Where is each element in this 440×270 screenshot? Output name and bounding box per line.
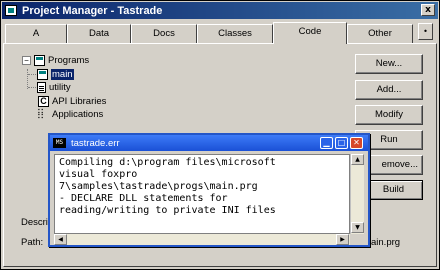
tree-connector <box>28 74 36 75</box>
document-icon <box>37 82 46 93</box>
tree-item-main[interactable]: main <box>37 68 74 81</box>
scroll-down-icon[interactable]: ▼ <box>351 222 364 233</box>
tree-item-label: Programs <box>48 55 90 66</box>
log-line: 7\samples\tastrade\progs\main.prg <box>59 181 258 192</box>
tree-item-label: Applications <box>52 109 104 120</box>
tab-classes[interactable]: Classes <box>197 24 273 43</box>
title-bar[interactable]: Project Manager - Tastrade x <box>2 2 438 19</box>
tab-all[interactable]: A <box>5 24 67 43</box>
close-icon[interactable]: ✕ <box>350 137 363 149</box>
log-line: reading/writing to private INI files <box>59 205 276 216</box>
project-icon <box>5 5 17 16</box>
tab-code[interactable]: Code <box>273 22 347 44</box>
modify-button[interactable]: Modify <box>355 105 423 125</box>
tree-item-api-libraries[interactable]: C API Libraries <box>38 95 106 108</box>
tree-item-label: API Libraries <box>52 96 107 107</box>
text-file-icon: MS <box>53 138 66 148</box>
tree-connector <box>27 69 28 89</box>
tab-scroll-button[interactable]: • <box>418 23 433 40</box>
tree-item-programs[interactable]: − Programs <box>22 54 89 67</box>
tab-other[interactable]: Other <box>347 24 413 43</box>
application-icon: ∷ ∷ <box>38 107 44 121</box>
tree-item-label: main <box>51 69 74 80</box>
tree-connector <box>28 87 36 88</box>
tab-data[interactable]: Data <box>67 24 131 43</box>
horizontal-scrollbar[interactable]: ◀ ▶ <box>54 234 350 245</box>
popup-title: tastrade.err <box>71 137 120 149</box>
popup-title-bar[interactable]: MS tastrade.err ▁ □ ✕ <box>50 135 368 151</box>
tree-item-label: utility <box>49 82 71 93</box>
size-grip[interactable] <box>350 234 364 245</box>
tab-strip: A Data Docs Classes Code Other • <box>3 22 437 44</box>
window-title: Project Manager - Tastrade <box>22 4 163 17</box>
library-icon: C <box>38 96 49 107</box>
path-label: Path: <box>21 237 44 248</box>
new-button[interactable]: New... <box>355 54 423 74</box>
log-line: Compiling d:\program files\microsoft <box>59 157 276 168</box>
tab-docs[interactable]: Docs <box>131 24 197 43</box>
error-log-window[interactable]: MS tastrade.err ▁ □ ✕ Compiling d:\progr… <box>48 133 370 247</box>
tree-item-applications[interactable]: ∷ ∷ Applications <box>38 108 103 121</box>
scroll-right-icon[interactable]: ▶ <box>336 234 349 245</box>
scroll-left-icon[interactable]: ◀ <box>54 234 67 245</box>
log-text-area[interactable]: Compiling d:\program files\microsoft vis… <box>54 154 350 234</box>
close-button[interactable]: x <box>421 4 435 16</box>
vertical-scrollbar[interactable]: ▲ ▼ <box>350 154 364 234</box>
program-file-icon <box>37 69 48 80</box>
minimize-icon[interactable]: ▁ <box>320 137 333 149</box>
description-label: Descri <box>21 217 48 228</box>
collapse-icon[interactable]: − <box>22 56 31 65</box>
log-line: visual foxpro <box>59 169 138 180</box>
maximize-icon[interactable]: □ <box>335 137 348 149</box>
path-value: ain.prg <box>371 237 401 248</box>
scroll-up-icon[interactable]: ▲ <box>351 154 364 165</box>
add-button[interactable]: Add... <box>355 80 423 100</box>
log-line: - DECLARE DLL statements for <box>59 193 228 204</box>
programs-icon <box>34 55 45 66</box>
tree-item-utility[interactable]: utility <box>37 81 71 94</box>
